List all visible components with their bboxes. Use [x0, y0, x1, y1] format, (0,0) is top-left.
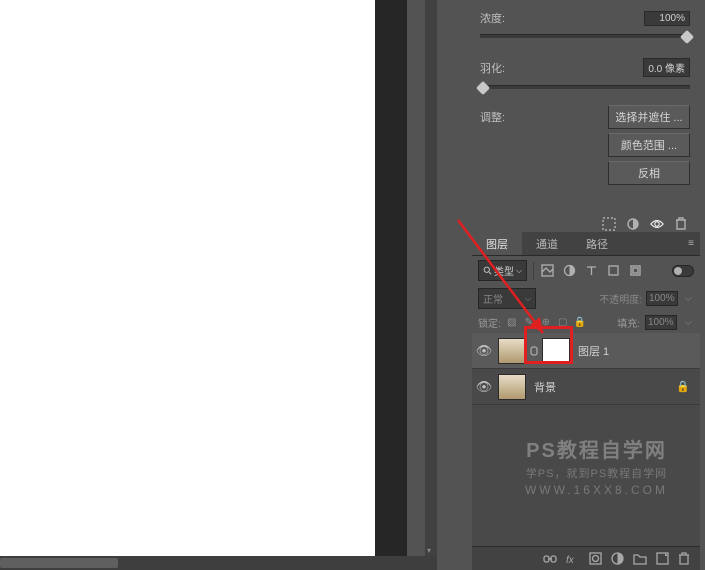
density-slider[interactable] — [480, 34, 690, 38]
opacity-dropdown[interactable]: ⌵ — [682, 293, 694, 304]
link-layers-icon[interactable] — [543, 554, 557, 564]
opacity-label: 不透明度: — [599, 291, 642, 306]
tab-channels[interactable]: 通道 — [522, 232, 572, 255]
lock-artboard-icon[interactable]: ▢ — [557, 317, 569, 329]
lock-label: 锁定: — [478, 315, 501, 330]
link-icon — [530, 346, 538, 356]
visibility-toggle-icon[interactable]: 👁 — [472, 379, 496, 395]
lock-transparency-icon[interactable]: ▨ — [506, 317, 518, 329]
layer-row-background[interactable]: 👁 背景 🔒 — [472, 369, 700, 405]
filter-pixel-icon[interactable] — [540, 264, 554, 278]
feather-slider-thumb[interactable] — [476, 81, 490, 95]
scrollbar-thumb[interactable] — [0, 558, 118, 568]
layer-name[interactable]: 背景 — [528, 379, 556, 395]
layer-name[interactable]: 图层 1 — [572, 343, 609, 359]
filter-smart-icon[interactable] — [628, 264, 642, 278]
invert-button[interactable]: 反相 — [608, 161, 690, 185]
density-slider-thumb[interactable] — [680, 30, 694, 44]
color-range-button[interactable]: 颜色范围 ... — [608, 133, 690, 157]
lock-position-icon[interactable]: ⊕ — [540, 317, 552, 329]
canvas-border — [375, 0, 407, 556]
layer-row-layer1[interactable]: 👁 图层 1 — [472, 333, 700, 369]
apply-mask-icon[interactable] — [626, 217, 640, 231]
filter-type-select[interactable]: 类型 ⌵ — [478, 260, 527, 281]
delete-mask-icon[interactable] — [674, 217, 688, 231]
fill-value[interactable]: 100% — [645, 315, 677, 330]
new-group-icon[interactable] — [633, 553, 647, 565]
density-label: 浓度: — [480, 10, 525, 26]
svg-text:fx: fx — [566, 555, 575, 565]
filter-shape-icon[interactable] — [606, 264, 620, 278]
lock-image-icon[interactable]: ✎ — [523, 317, 535, 329]
lock-indicator-icon: 🔒 — [676, 380, 700, 393]
load-selection-icon[interactable] — [602, 217, 616, 231]
filter-adjustment-icon[interactable] — [562, 264, 576, 278]
feather-label: 羽化: — [480, 60, 525, 76]
density-value[interactable]: 100% — [644, 11, 690, 26]
new-layer-icon[interactable] — [656, 552, 669, 565]
filter-type-icon[interactable] — [584, 264, 598, 278]
watermark: PS教程自学网 学PS，就到PS教程自学网 WWW.16XX8.COM — [499, 434, 694, 497]
lock-all-icon[interactable]: 🔒 — [574, 317, 586, 329]
canvas-vertical-scrollbar[interactable]: ▾ — [425, 0, 437, 556]
mask-thumbnail[interactable] — [542, 338, 570, 364]
tab-paths[interactable]: 路径 — [572, 232, 622, 255]
visibility-toggle-icon[interactable]: 👁 — [472, 343, 496, 359]
properties-mask-panel: 浓度: 100% 羽化: 0.0 像素 调整: 选择并遮住 ... 颜色范围 .… — [472, 0, 698, 237]
new-adjustment-icon[interactable] — [611, 552, 624, 565]
panel-menu-icon[interactable]: ≡ — [688, 232, 700, 255]
filter-type-label: 类型 — [494, 263, 514, 278]
feather-slider[interactable] — [480, 85, 690, 89]
feather-value[interactable]: 0.0 像素 — [643, 58, 690, 77]
adjust-label: 调整: — [480, 105, 525, 125]
opacity-value[interactable]: 100% — [646, 291, 678, 306]
layer-thumbnail[interactable] — [498, 374, 526, 400]
fill-dropdown[interactable]: ⌵ — [682, 317, 694, 328]
canvas-horizontal-scrollbar[interactable] — [0, 556, 437, 570]
filter-toggle[interactable] — [672, 265, 694, 277]
add-mask-icon[interactable] — [589, 552, 602, 565]
blend-mode-select[interactable]: 正常 ⌵ — [478, 288, 536, 309]
layer-fx-icon[interactable]: fx — [566, 553, 580, 565]
delete-layer-icon[interactable] — [678, 552, 690, 566]
tab-layers[interactable]: 图层 — [472, 232, 522, 255]
fill-label: 填充: — [617, 315, 640, 330]
canvas[interactable] — [0, 0, 375, 556]
select-and-mask-button[interactable]: 选择并遮住 ... — [608, 105, 690, 129]
disable-mask-icon[interactable] — [650, 217, 664, 231]
layer-thumbnail[interactable] — [498, 338, 526, 364]
layers-panel: 图层 通道 路径 ≡ 类型 ⌵ 正常 — [472, 232, 700, 570]
